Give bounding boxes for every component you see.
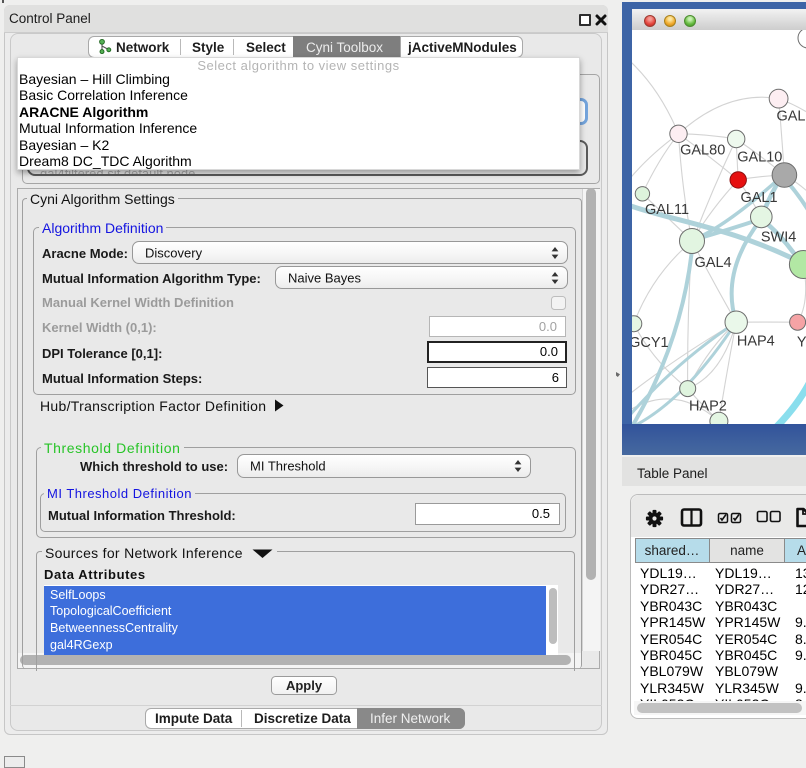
svg-text:GAL7: GAL7	[776, 109, 806, 125]
svg-text:GAL80: GAL80	[680, 143, 725, 159]
svg-text:GAL4: GAL4	[695, 255, 732, 271]
svg-text:GCY1: GCY1	[632, 335, 669, 351]
svg-text:GAL10: GAL10	[737, 150, 782, 166]
svg-text:YD: YD	[797, 335, 806, 351]
svg-text:GAL1: GAL1	[740, 190, 777, 206]
svg-text:SWI4: SWI4	[761, 230, 796, 246]
svg-text:GAL11: GAL11	[645, 202, 689, 218]
svg-text:HAP2: HAP2	[689, 399, 727, 415]
svg-text:HAP4: HAP4	[737, 334, 775, 350]
